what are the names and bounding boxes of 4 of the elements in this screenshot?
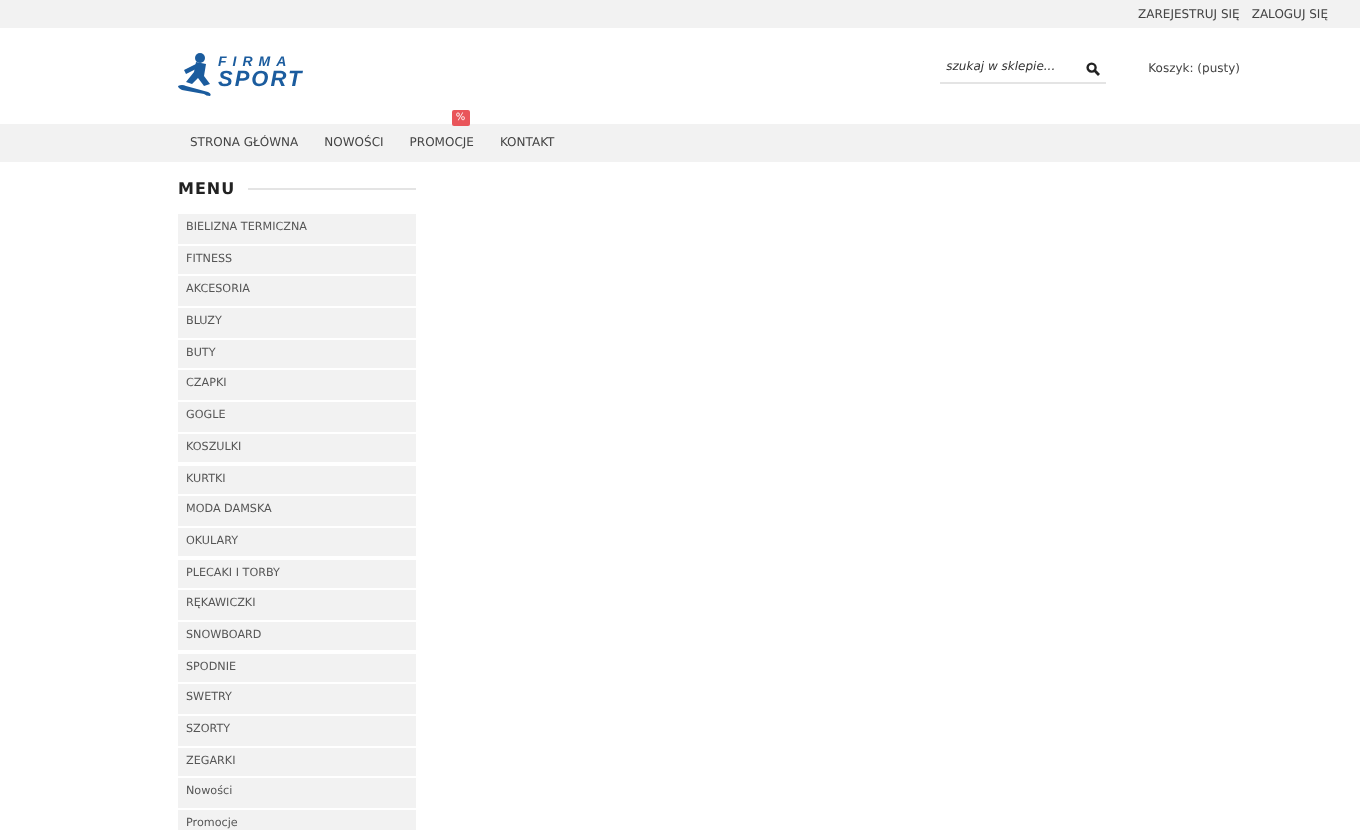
menu-title: MENU [178, 179, 236, 197]
search-icon[interactable] [1086, 61, 1101, 75]
logo-text: SPORT [218, 70, 304, 92]
snowboarder-icon [178, 52, 214, 96]
